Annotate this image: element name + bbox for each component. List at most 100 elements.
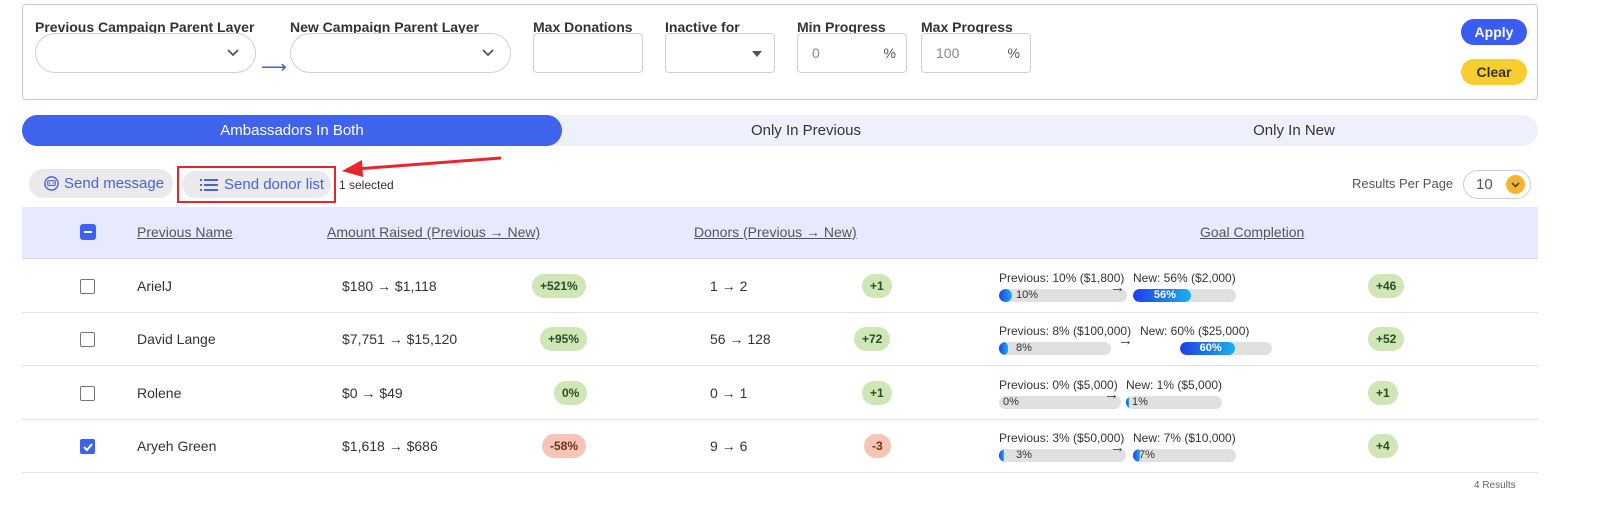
goal-new-text: New: 60% ($25,000) — [1140, 324, 1250, 338]
goal-new-progress-bar: 7% — [1133, 449, 1236, 462]
select-all-checkbox[interactable] — [80, 224, 96, 240]
header-amount-raised[interactable]: Amount Raised (Previous → New) — [327, 224, 540, 240]
send-message-button[interactable]: Send message — [29, 169, 173, 198]
inactive-select[interactable] — [665, 33, 775, 73]
send-donor-list-button[interactable]: Send donor list — [182, 171, 331, 198]
arrow-right-icon: → — [1118, 332, 1133, 349]
row-checkbox[interactable] — [80, 439, 95, 454]
send-message-label: Send message — [64, 175, 165, 192]
goal-change-badge: +4 — [1368, 434, 1398, 458]
goal-new-text: New: 56% ($2,000) — [1133, 271, 1236, 285]
progress-fill — [999, 289, 1012, 302]
tab-only-in-new[interactable]: Only In New — [1050, 115, 1538, 146]
goal-new-text: New: 7% ($10,000) — [1133, 431, 1236, 445]
goal-previous-progress-bar: 3% — [999, 449, 1126, 462]
tab-only-in-previous[interactable]: Only In Previous — [562, 115, 1050, 146]
progress-fill — [999, 449, 1004, 462]
arrow-right-icon: → — [1110, 279, 1125, 296]
table-row: ArielJ $180 → $1,118 +521% 1 → 2 +1 Previous:… — [22, 260, 1538, 313]
goal-change-badge: +46 — [1368, 274, 1405, 298]
results-per-page-value: 10 — [1476, 176, 1493, 193]
goal-new-text: New: 1% ($5,000) — [1126, 378, 1223, 392]
clear-button[interactable]: Clear — [1461, 59, 1527, 85]
filter-panel: Previous Campaign Parent Layer ⟶ New Cam… — [22, 4, 1538, 100]
header-donors[interactable]: Donors (Previous → New) — [694, 224, 857, 240]
check-icon — [83, 443, 93, 452]
percent-suffix: % — [1007, 45, 1020, 61]
tab-ambassadors-in-both[interactable]: Ambassadors In Both — [22, 115, 562, 146]
goal-previous-percent: 8% — [1016, 342, 1032, 354]
ambassador-name: Rolene — [137, 385, 182, 401]
donor-count: 1 → 2 — [710, 278, 748, 294]
table-header: Previous Name Amount Raised (Previous → … — [22, 207, 1538, 259]
goal-new-percent: 7% — [1139, 449, 1155, 461]
send-donor-list-highlight: Send donor list — [177, 166, 336, 203]
row-checkbox[interactable] — [80, 279, 95, 294]
goal-previous-progress-bar: 0% — [999, 396, 1121, 409]
results-count: 4 Results — [1474, 480, 1516, 491]
donors-change-badge: +1 — [862, 381, 892, 405]
table-row: David Lange $7,751 → $15,120 +95% 56 → 128 +… — [22, 313, 1538, 366]
amount-raised: $0 → $49 — [342, 385, 403, 401]
percent-suffix: % — [883, 45, 896, 61]
goal-previous-percent: 0% — [1003, 396, 1019, 408]
progress-fill — [1126, 396, 1129, 409]
row-checkbox[interactable] — [80, 386, 95, 401]
amount-raised: $180 → $1,118 — [342, 278, 437, 294]
prev-parent-select[interactable] — [35, 33, 256, 73]
ambassador-name: David Lange — [137, 331, 216, 347]
selected-count: 1 selected — [339, 178, 394, 192]
goal-new-percent: 1% — [1132, 396, 1148, 408]
amount-raised: $7,751 → $15,120 — [342, 331, 458, 347]
goal-new-percent: 56% — [1153, 289, 1176, 301]
chevron-down-icon — [482, 49, 494, 57]
goal-new-progress-bar: 1% — [1126, 396, 1222, 409]
arrow-right-icon: ⟶ — [261, 57, 287, 77]
donor-count: 9 → 6 — [710, 438, 748, 454]
send-donor-list-label: Send donor list — [224, 176, 325, 193]
max-progress-value: 100 — [936, 45, 960, 61]
goal-change-badge: +52 — [1368, 327, 1405, 351]
goal-new-percent: 60% — [1199, 342, 1222, 354]
goal-previous-percent: 10% — [1016, 289, 1039, 301]
chevron-down-icon — [227, 49, 239, 57]
row-checkbox[interactable] — [80, 332, 95, 347]
goal-previous-text: Previous: 8% ($100,000) — [999, 324, 1132, 338]
list-icon — [200, 179, 218, 191]
amount-change-badge: +95% — [540, 327, 588, 351]
goal-previous-text: Previous: 10% ($1,800) — [999, 271, 1125, 285]
donors-change-badge: -3 — [864, 434, 891, 458]
goal-previous-progress-bar: 10% — [999, 289, 1127, 302]
header-goal-completion[interactable]: Goal Completion — [1200, 224, 1304, 240]
goal-previous-percent: 3% — [1016, 449, 1032, 461]
ambassador-name: Aryeh Green — [137, 438, 217, 454]
amount-raised: $1,618 → $686 — [342, 438, 438, 454]
goal-previous-progress-bar: 8% — [999, 342, 1111, 355]
amount-change-badge: 0% — [554, 381, 588, 405]
max-progress-input[interactable]: 100 % — [921, 33, 1031, 73]
max-donations-input[interactable] — [533, 33, 643, 73]
donor-count: 56 → 128 — [710, 331, 771, 347]
new-parent-select[interactable] — [290, 33, 511, 73]
header-previous-name[interactable]: Previous Name — [137, 224, 233, 240]
min-progress-value: 0 — [812, 45, 820, 61]
message-icon — [44, 176, 59, 191]
goal-change-badge: +1 — [1368, 381, 1398, 405]
apply-button[interactable]: Apply — [1461, 19, 1527, 45]
goal-previous-text: Previous: 0% ($5,000) — [999, 378, 1118, 392]
view-tabs: Ambassadors In Both Only In Previous Onl… — [22, 115, 1538, 146]
results-per-page-select[interactable]: 10 — [1463, 170, 1531, 199]
goal-previous-text: Previous: 3% ($50,000) — [999, 431, 1125, 445]
min-progress-input[interactable]: 0 % — [797, 33, 907, 73]
results-per-page-label: Results Per Page — [1352, 176, 1454, 191]
arrow-right-icon: → — [1104, 386, 1119, 403]
table-row: Aryeh Green $1,618 → $686 -58% 9 → 6 -3 Previ… — [22, 420, 1538, 473]
amount-change-badge: +521% — [532, 274, 586, 298]
goal-new-progress-bar: 56% — [1133, 289, 1236, 302]
amount-change-badge: -58% — [542, 434, 587, 458]
donor-count: 0 → 1 — [710, 385, 748, 401]
arrow-right-icon: → — [1110, 439, 1125, 456]
progress-fill — [999, 342, 1008, 355]
donors-change-badge: +1 — [862, 274, 892, 298]
caret-down-icon — [752, 51, 762, 57]
